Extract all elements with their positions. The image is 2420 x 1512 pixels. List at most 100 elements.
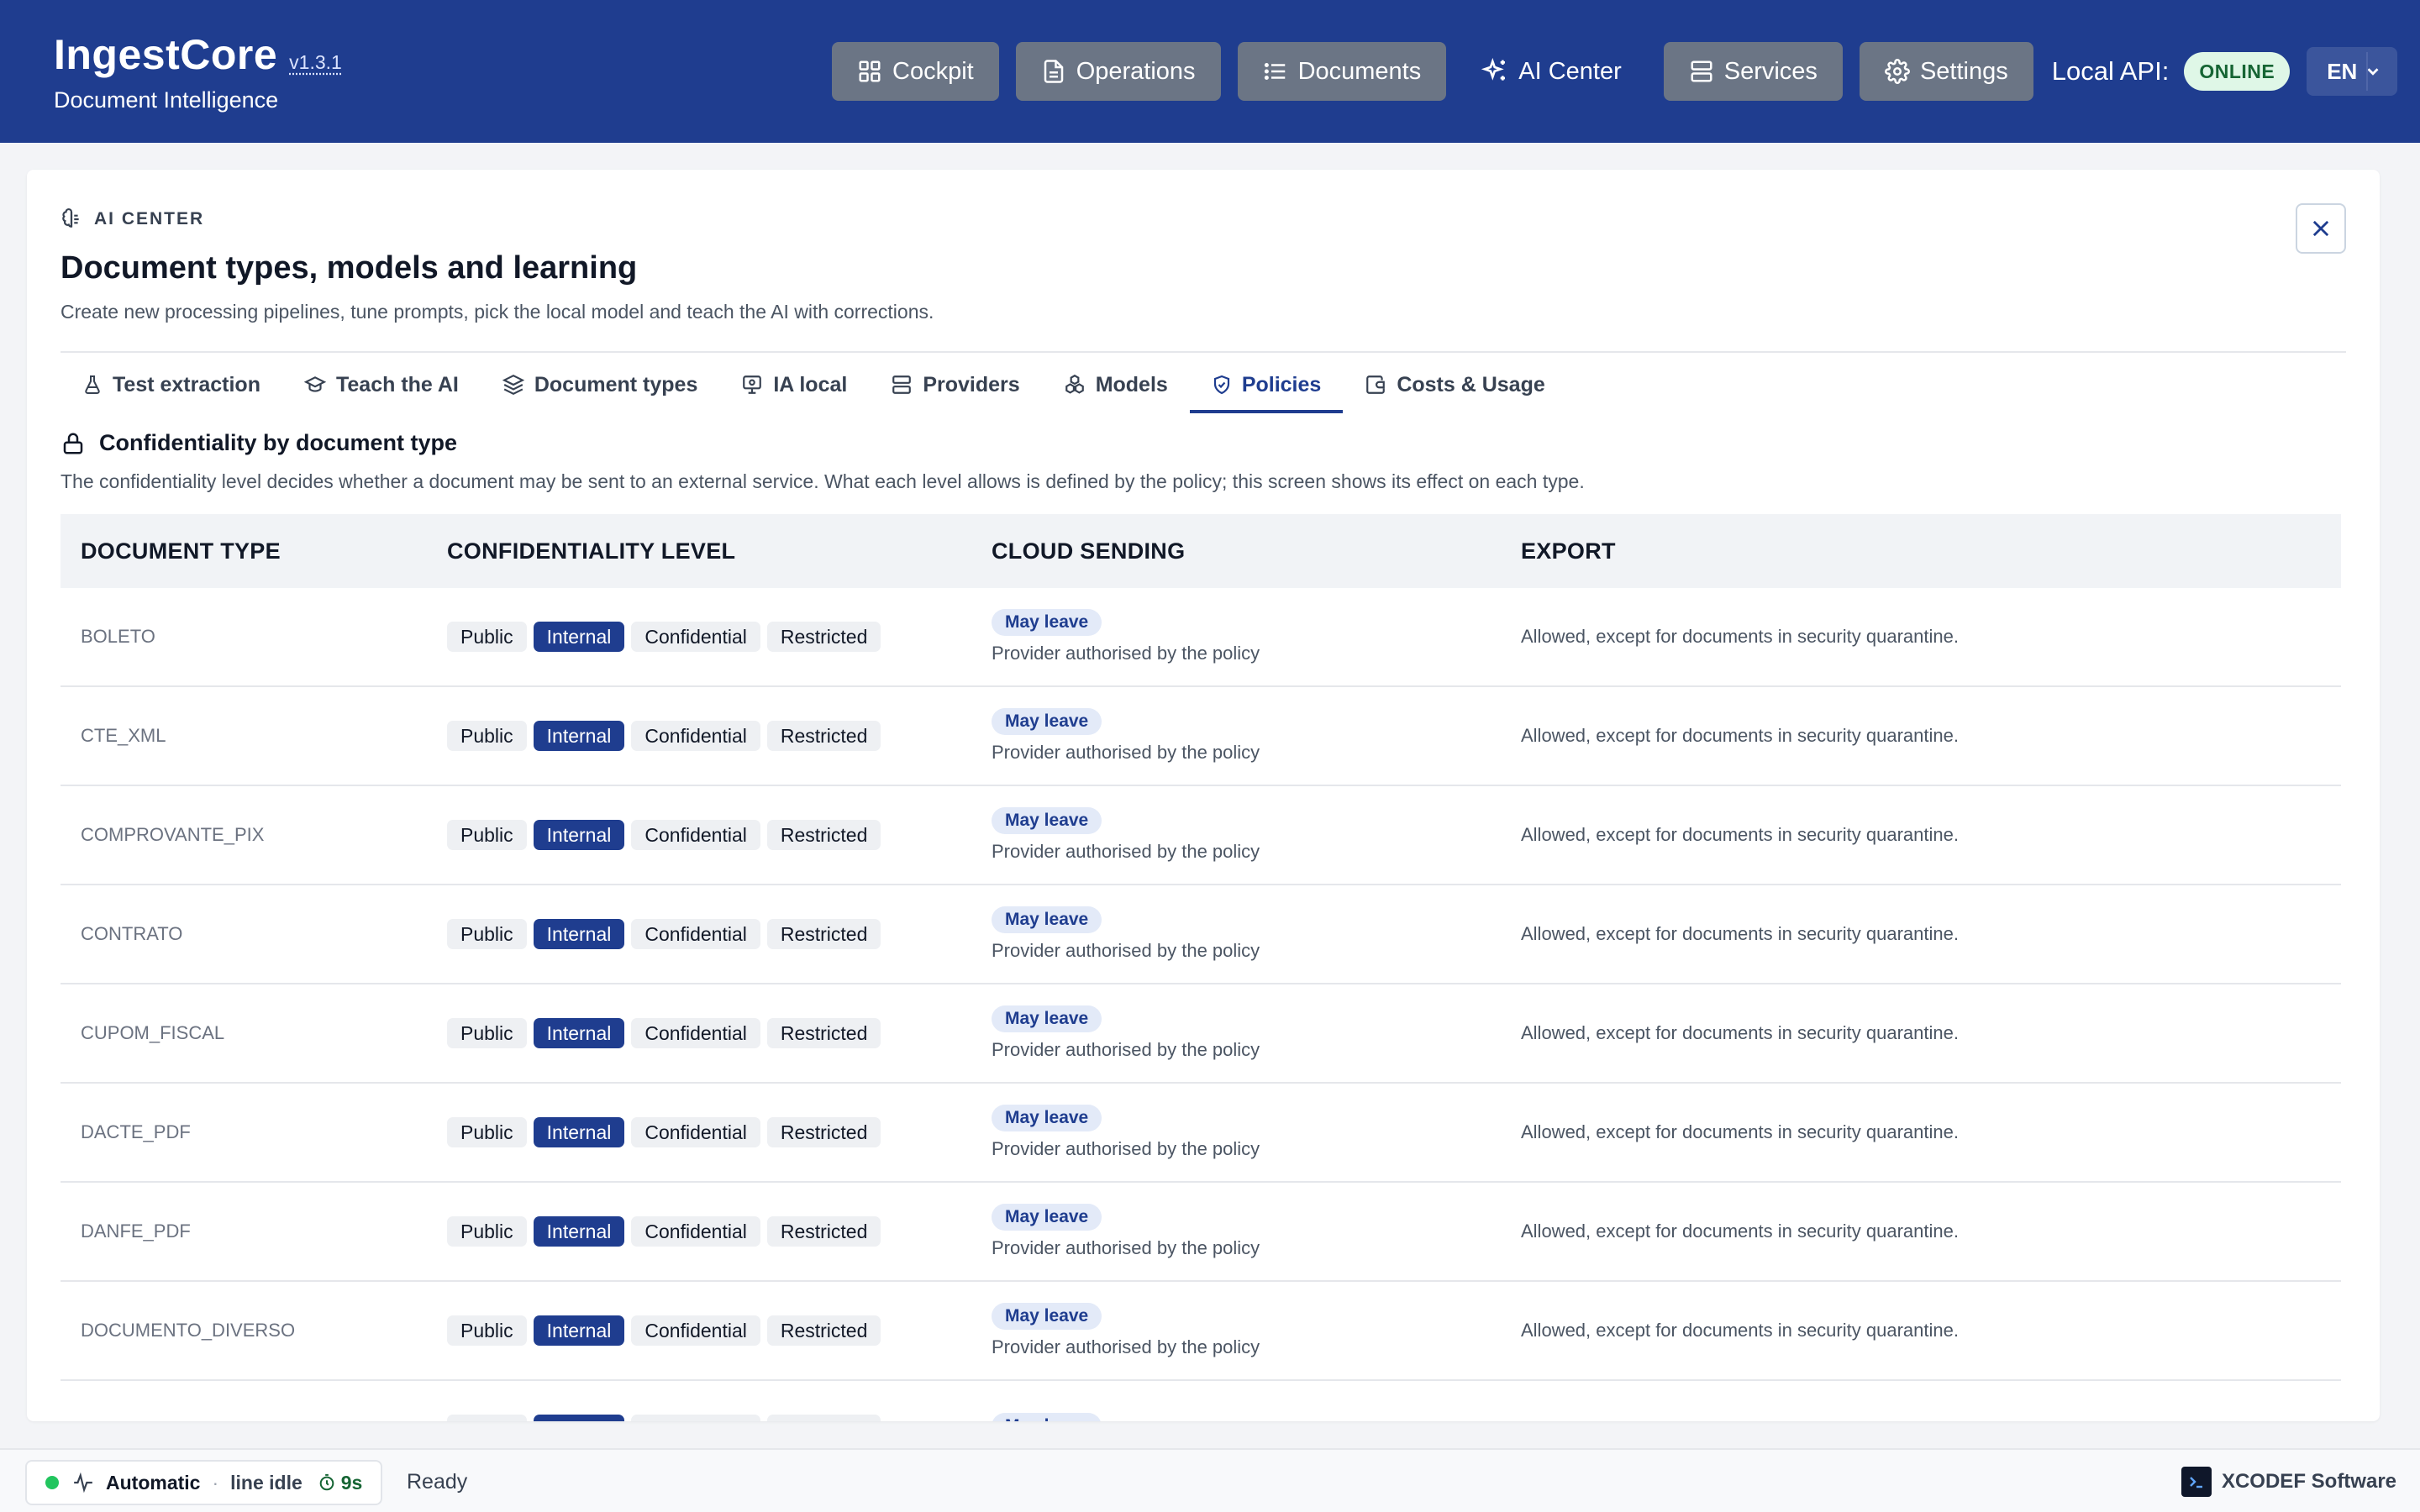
vendor-brand: XCODEF Software [2181,1467,2396,1497]
level-selector: PublicInternalConfidentialRestricted [447,1315,992,1346]
nav-services-button[interactable]: Services [1663,42,1843,101]
shield-check-icon [1212,375,1232,395]
level-option-confidential[interactable]: Confidential [631,1018,760,1048]
level-option-confidential[interactable]: Confidential [631,622,760,652]
document-type-cell: BOLETO [81,626,155,647]
level-option-confidential[interactable]: Confidential [631,721,760,751]
level-option-restricted[interactable]: Restricted [766,622,881,652]
confidentiality-level-cell: PublicInternalConfidentialRestricted [447,820,992,850]
level-option-confidential[interactable]: Confidential [631,1415,760,1421]
main-nav: Cockpit Operations Documents AI Center S… [832,42,2398,101]
level-option-confidential[interactable]: Confidential [631,1315,760,1346]
level-option-restricted[interactable]: Restricted [766,1018,881,1048]
level-option-internal[interactable]: Internal [533,1117,625,1147]
export-cell: Allowed, except for documents in securit… [1521,725,1959,746]
level-option-internal[interactable]: Internal [533,622,625,652]
level-option-public[interactable]: Public [447,721,527,751]
cloud-status-badge: May leave [992,1005,1102,1032]
top-bar: IngestCore v1.3.1 Document Intelligence … [0,0,2420,143]
tab-models[interactable]: Models [1042,356,1190,413]
level-option-internal[interactable]: Internal [533,1315,625,1346]
panel-title: Document types, models and learning [60,250,638,286]
document-type-cell: DACTE_PDF [81,1121,191,1142]
level-option-restricted[interactable]: Restricted [766,919,881,949]
tab-costs-usage[interactable]: Costs & Usage [1343,356,1566,413]
app-version[interactable]: v1.3.1 [289,51,342,74]
table-row: CONTRATO Public Internal Confidential Restri… [60,885,2341,984]
level-option-internal[interactable]: Internal [533,919,625,949]
nav-operations-button[interactable]: Operations [1015,42,1221,101]
server-icon [891,374,913,396]
header-document-type: DOCUMENT TYPE [81,538,281,564]
table-row: DANFE_PDF Public Internal Confidential Restr… [60,1183,2341,1282]
level-option-public[interactable]: Public [447,1216,527,1247]
cloud-sending-cell: May leave Provider authorised by the poli… [992,1303,1521,1358]
close-button[interactable] [2296,203,2346,254]
level-option-restricted[interactable]: Restricted [766,1117,881,1147]
cloud-status-badge: May leave [992,1105,1102,1131]
tab-teach-the-ai[interactable]: Teach the AI [282,356,481,413]
level-option-public[interactable]: Public [447,1315,527,1346]
level-option-internal[interactable]: Internal [533,1216,625,1247]
level-option-internal[interactable]: Internal [533,820,625,850]
level-option-confidential[interactable]: Confidential [631,1117,760,1147]
export-cell: Allowed, except for documents in securit… [1521,626,1959,647]
tab-document-types[interactable]: Document types [481,356,719,413]
level-option-confidential[interactable]: Confidential [631,1216,760,1247]
flask-icon [82,375,103,395]
level-option-confidential[interactable]: Confidential [631,919,760,949]
section-title-label: Confidentiality by document type [99,430,458,455]
brand: IngestCore v1.3.1 Document Intelligence [54,30,342,113]
level-option-restricted[interactable]: Restricted [766,1415,881,1421]
table-row: CTE_XML Public Internal Confidential Restric… [60,687,2341,786]
header-cloud-sending: CLOUD SENDING [992,538,1186,564]
nav-services-label: Services [1723,57,1818,85]
tab-ia-local[interactable]: IA local [719,356,869,413]
level-option-public[interactable]: Public [447,622,527,652]
cloud-status-badge: May leave [992,1204,1102,1231]
cloud-note: Provider authorised by the policy [992,1336,1260,1357]
nav-documents-button[interactable]: Documents [1237,42,1447,101]
cloud-sending-cell: May leave Provider authorised by the poli… [992,609,1521,664]
level-option-public[interactable]: Public [447,919,527,949]
document-type-cell: COMPROVANTE_PIX [81,824,265,845]
level-option-public[interactable]: Public [447,1018,527,1048]
level-option-internal[interactable]: Internal [533,1415,625,1421]
boxes-icon [1064,374,1086,396]
nav-ai-center-label: AI Center [1518,57,1622,85]
cloud-sending-cell: May leave Provider authorised by the poli… [992,906,1521,962]
level-option-internal[interactable]: Internal [533,721,625,751]
confidentiality-level-cell: PublicInternalConfidentialRestricted [447,1018,992,1048]
tab-policies[interactable]: Policies [1189,356,1344,413]
confidentiality-level-cell: PublicInternalConfidentialRestricted [447,919,992,949]
confidentiality-level-cell: Public Internal Confidential Restricted [447,1415,992,1421]
nav-ai-center-button[interactable]: AI Center [1463,42,1647,101]
tab-test-extraction[interactable]: Test extraction [60,356,282,413]
automation-status[interactable]: Automatic · line idle 9s [25,1460,383,1505]
close-icon [2309,217,2333,240]
level-option-confidential[interactable]: Confidential [631,820,760,850]
export-cell: Allowed, except for documents in securit… [1521,1320,1959,1341]
cloud-note: Provider authorised by the policy [992,841,1260,862]
level-option-public[interactable]: Public [447,1117,527,1147]
level-option-public[interactable]: Public [447,820,527,850]
level-option-restricted[interactable]: Restricted [766,1216,881,1247]
nav-settings-label: Settings [1919,57,2008,85]
level-option-internal[interactable]: Internal [533,1018,625,1048]
cloud-sending-cell: May leave Provider authorised by the poli… [992,1204,1521,1259]
nav-settings-button[interactable]: Settings [1859,42,2033,101]
level-option-restricted[interactable]: Restricted [766,1315,881,1346]
level-selector: PublicInternalConfidentialRestricted [447,919,992,949]
nav-cockpit-button[interactable]: Cockpit [832,42,999,101]
confidentiality-level-cell: PublicInternalConfidentialRestricted [447,622,992,652]
level-option-restricted[interactable]: Restricted [766,820,881,850]
level-option-restricted[interactable]: Restricted [766,721,881,751]
local-api-label: Local API: [2051,56,2170,86]
tab-providers[interactable]: Providers [869,356,1041,413]
table-body: BOLETO Public Internal Confidential Restrict… [60,588,2341,1421]
cloud-note: Provider authorised by the policy [992,742,1260,763]
table-row: COMPROVANTE_PIX Public Internal Confidentia… [60,786,2341,885]
level-option-public[interactable]: Public [447,1415,527,1421]
language-select[interactable]: EN [2307,47,2398,96]
header-export: EXPORT [1521,538,1616,564]
